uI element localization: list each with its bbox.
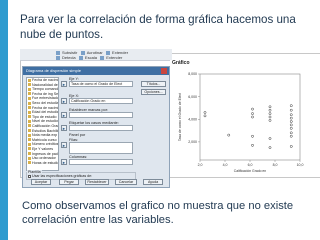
template-checkbox-label: Usar las especificaciones gráficas de: [32,174,93,178]
x-axis-field[interactable]: Calificación Grado en [69,98,133,104]
y-axis-title: Tasa de ocmo el Grado de Elect [178,93,182,141]
variable-name: Nota media exp [32,133,58,138]
variable-name: Nivel de estudios [32,119,59,124]
paste-button[interactable]: Pegar [59,179,79,185]
scale-variable-icon [28,133,31,137]
scale-variable-icon [28,115,31,119]
scale-variable-icon [28,96,31,100]
slide-caption: Como observamos el grafico no muestra qu… [22,200,294,226]
variable-name: Fecha de ing Sec [32,91,59,96]
variable-icon [56,55,60,60]
scale-variable-icon [28,92,31,96]
variable-name: Ingresos de padre [32,151,59,156]
variable-name: Uso ordenador [32,156,56,161]
x-tick-label: 2,0 [198,163,203,167]
variable-name: Fecha de nacimie [32,105,59,110]
variable-name: Horas de estudio [32,160,59,165]
reset-button[interactable]: Restablecer [85,179,109,185]
accent-bar [0,0,8,240]
variable-name: Calificación Grado [32,123,59,128]
plot-frame [199,73,301,161]
chart-title: Gráfico [172,60,190,66]
y-axis-field[interactable]: Tasa de ocmo el Grado de Elect [69,81,133,87]
toolbar-row-2: Detecla Escala Extender [56,55,122,60]
scale-variable-icon [28,138,31,142]
help-button[interactable]: Ayuda [143,179,163,185]
variable-name: Edad del estudian [32,110,59,115]
scale-variable-icon [28,110,31,114]
variable-name: Tiempo comando [32,87,59,92]
scale-variable-icon [28,156,31,160]
toolbar-item[interactable]: Detecla [62,55,76,60]
y-tick-label: 4,000 [188,117,197,121]
x-axis-title: Calificación Grado en [234,169,267,173]
label-cases-field[interactable] [69,125,133,131]
scale-variable-icon [28,147,31,151]
move-label-arrow-button[interactable]: ► [61,125,67,131]
scale-variable-icon [28,129,31,133]
variable-name: Fecha de nacimie [32,78,59,82]
variable-name: Estudios Bachiller [32,128,59,133]
scale-variable-icon [28,152,31,156]
scale-variable-icon [28,87,31,91]
variable-name: Fue entrevistado [32,96,59,101]
cancel-button[interactable]: Cancelar [115,179,137,185]
variable-name: Matrícula curso [32,137,57,142]
toolbar-item[interactable]: Escala [85,55,97,60]
variable-list-item[interactable]: Horas de estudio [27,161,58,166]
variable-name: Nacionalidad del es [32,82,59,87]
scale-variable-icon [28,83,31,87]
move-markers-arrow-button[interactable]: ► [61,112,67,118]
set-markers-field[interactable] [69,112,133,118]
y-tick-label: 6,000 [188,95,197,99]
dialog-titlebar: Diagrama de dispersión simple [23,67,169,75]
options-button[interactable]: Opciones... [141,89,166,95]
y-tick-label: 2,000 [188,140,197,144]
toolbar-item[interactable]: Extender [106,55,122,60]
scale-variable-icon [28,119,31,123]
x-tick-label: 8,0 [273,163,278,167]
move-columns-arrow-button[interactable]: ► [61,159,67,165]
checkbox-icon[interactable] [28,174,31,178]
x-tick-label: 4,0 [223,163,228,167]
titles-button[interactable]: Títulos... [141,81,166,87]
slide-title: Para ver la correlación de forma gráfica… [20,13,296,41]
x-tick-label: 10,0 [297,163,304,167]
panels-label: Panel por [69,133,86,137]
variable-name: Tipo de estudio [32,114,57,119]
move-rows-arrow-button[interactable]: ► [61,142,67,148]
scale-variable-icon [28,142,31,146]
background-toolbar: Subsistir Acrotinar Extender Detecla Esc… [20,49,172,61]
scale-variable-icon [28,161,31,165]
template-checkbox[interactable]: Usar las especificaciones gráficas de: [28,174,92,178]
y-tick-label: 8,000 [188,72,197,76]
scatterplot-dialog: Diagrama de dispersión simple Fecha de n… [22,66,170,188]
ok-button[interactable]: Aceptar [31,179,51,185]
scatter-chart: 2,0 4,0 6,0 8,0 10,0 2,000 4,000 6,000 8,000 Tasa… [170,60,310,176]
variable-name: Eje Y valores [32,146,54,151]
scale-variable-icon [28,106,31,110]
move-y-arrow-button[interactable]: ► [61,81,67,87]
variable-icon [100,55,105,60]
variable-name: Número créditos [32,142,59,147]
scale-variable-icon [28,101,31,105]
x-tick-label: 6,0 [248,163,253,167]
columns-field[interactable] [69,159,133,165]
variable-icon [78,55,83,60]
close-icon[interactable] [161,68,167,74]
variable-list[interactable]: Fecha de nacimieNacionalidad del esTiemp… [26,77,59,171]
scale-variable-icon [28,124,31,128]
scale-variable-icon [28,78,31,82]
dialog-title: Diagrama de dispersión simple [26,68,81,73]
rows-field[interactable] [69,142,133,154]
variable-name: Sexo del estudian [32,100,59,105]
move-x-arrow-button[interactable]: ► [61,98,67,104]
